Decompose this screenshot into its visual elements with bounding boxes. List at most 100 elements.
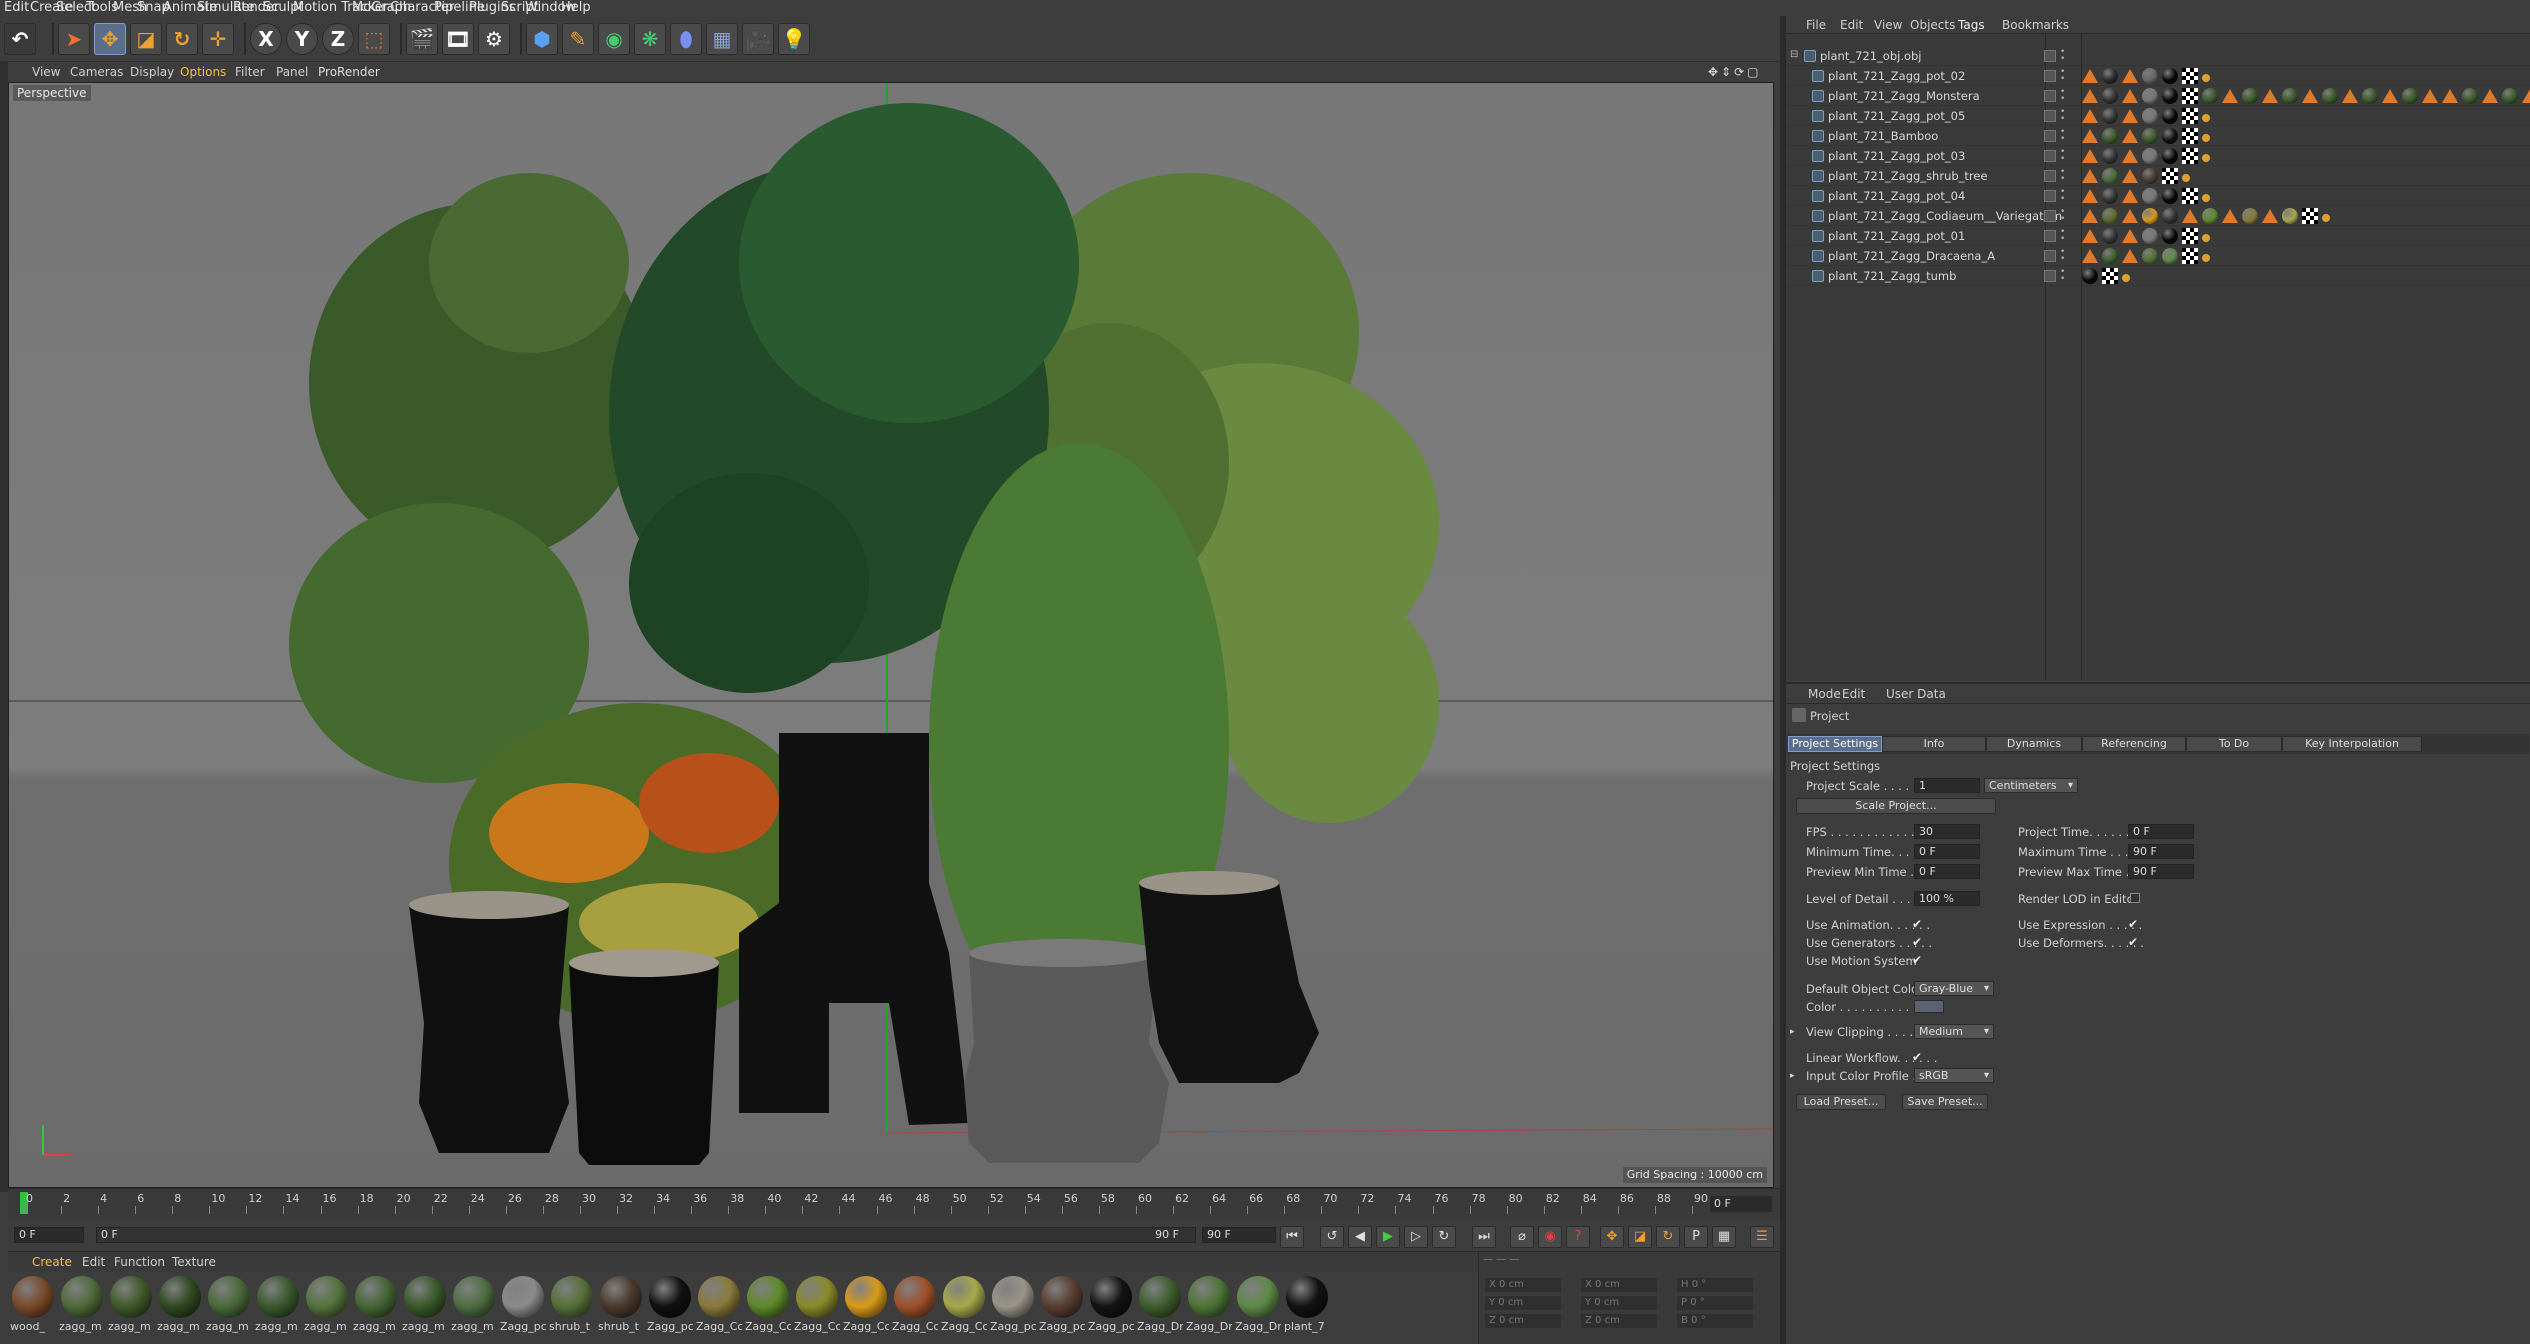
material-tag-icon[interactable] [2102, 128, 2118, 144]
expand-toggle-icon[interactable]: ⊟ [1790, 49, 1798, 60]
go-to-start-icon[interactable]: ⏮ [1280, 1226, 1304, 1248]
prev-key-icon[interactable]: ↺ [1320, 1226, 1344, 1248]
material-tag-icon[interactable] [2102, 248, 2118, 264]
material-tag-icon[interactable] [2102, 168, 2118, 184]
tab-project-settings[interactable]: Project Settings [1788, 736, 1882, 752]
input-color-profile-dropdown[interactable]: sRGB [1914, 1068, 1994, 1083]
texture-tag-icon[interactable] [2382, 89, 2398, 103]
material-tag-icon[interactable] [2102, 208, 2118, 224]
object-menu-file[interactable]: File [1806, 16, 1826, 34]
size-z-field[interactable]: Z 0 cm [1581, 1314, 1657, 1328]
texture-tag-icon[interactable] [2082, 169, 2098, 183]
phong-tag-icon[interactable] [2182, 128, 2198, 144]
linear-workflow-checkbox[interactable]: ✔ [1912, 1051, 1924, 1063]
material-swatch[interactable]: zagg_m [59, 1276, 105, 1338]
material-tag-icon[interactable] [2282, 88, 2298, 104]
material-dot-icon[interactable] [2202, 194, 2210, 202]
scale-tool-icon[interactable]: ◪ [130, 23, 162, 55]
viewport-menu-options[interactable]: Options [180, 62, 226, 82]
texture-tag-icon[interactable] [2082, 89, 2098, 103]
texture-tag-icon[interactable] [2122, 249, 2138, 263]
use-motion-system-checkbox[interactable]: ✔ [1912, 954, 1924, 966]
material-tag-icon[interactable] [2282, 208, 2298, 224]
texture-tag-icon[interactable] [2122, 169, 2138, 183]
fps-field[interactable]: 30 [1914, 824, 1980, 839]
z-axis-lock-button[interactable]: Z [322, 23, 354, 55]
material-menu-create[interactable]: Create [32, 1252, 72, 1272]
material-swatch[interactable]: Zagg_Cc [745, 1276, 791, 1338]
material-tag-icon[interactable] [2142, 128, 2158, 144]
scale-project-button[interactable]: Scale Project... [1796, 798, 1996, 814]
visibility-toggle-icon[interactable] [2044, 90, 2056, 102]
viewport-nav-icons[interactable]: ✥⇕⟳▢ [1708, 62, 1780, 82]
phong-tag-icon[interactable] [2182, 88, 2198, 104]
viewport-menu-display[interactable]: Display [130, 62, 174, 82]
material-swatch[interactable]: zagg_m [206, 1276, 252, 1338]
object-row[interactable]: plant_721_Zagg_Codiaeum__Variegatum • • [1786, 206, 2530, 226]
material-swatch[interactable]: Zagg_Dr [1186, 1276, 1232, 1338]
visibility-toggle-icon[interactable] [2044, 110, 2056, 122]
texture-tag-icon[interactable] [2342, 89, 2358, 103]
editor-render-dots-icon[interactable]: • • [2060, 128, 2065, 144]
visibility-toggle-icon[interactable] [2044, 50, 2056, 62]
texture-tag-icon[interactable] [2122, 129, 2138, 143]
material-swatch[interactable]: Zagg_pc [990, 1276, 1036, 1338]
texture-tag-icon[interactable] [2262, 89, 2278, 103]
prev-frame-icon[interactable]: ◀ [1348, 1226, 1372, 1248]
texture-tag-icon[interactable] [2082, 229, 2098, 243]
material-swatch[interactable]: shrub_t [549, 1276, 595, 1338]
material-tag-icon[interactable] [2322, 88, 2338, 104]
phong-tag-icon[interactable] [2182, 188, 2198, 204]
render-lod-checkbox[interactable] [2130, 893, 2140, 903]
select-arrow-icon[interactable]: ➤ [58, 23, 90, 55]
visibility-toggle-icon[interactable] [2044, 150, 2056, 162]
material-tag-icon[interactable] [2242, 208, 2258, 224]
texture-tag-icon[interactable] [2222, 209, 2238, 223]
editor-render-dots-icon[interactable]: • • [2060, 88, 2065, 104]
texture-tag-icon[interactable] [2122, 109, 2138, 123]
material-swatch[interactable]: zagg_m [353, 1276, 399, 1338]
key-rotation-icon[interactable]: ↻ [1656, 1226, 1680, 1248]
material-tag-icon[interactable] [2162, 148, 2178, 164]
texture-tag-icon[interactable] [2122, 229, 2138, 243]
material-tag-icon[interactable] [2502, 88, 2518, 104]
key-position-icon[interactable]: ✥ [1600, 1226, 1624, 1248]
subdivision-icon[interactable]: ◉ [598, 23, 630, 55]
menu-edit[interactable]: Edit [4, 0, 29, 16]
visibility-toggle-icon[interactable] [2044, 190, 2056, 202]
texture-tag-icon[interactable] [2082, 209, 2098, 223]
project-scale-field[interactable]: 1 [1914, 778, 1980, 793]
material-tag-icon[interactable] [2142, 248, 2158, 264]
key-pla-icon[interactable]: ▦ [1712, 1226, 1736, 1248]
texture-tag-icon[interactable] [2122, 89, 2138, 103]
material-dot-icon[interactable] [2182, 174, 2190, 182]
use-animation-checkbox[interactable]: ✔ [1912, 918, 1924, 930]
rot-h-field[interactable]: H 0 ° [1677, 1278, 1753, 1292]
phong-tag-icon[interactable] [2182, 228, 2198, 244]
pos-y-field[interactable]: Y 0 cm [1485, 1296, 1561, 1310]
menu-help[interactable]: Help [561, 0, 591, 16]
viewport-menu-view[interactable]: View [32, 62, 60, 82]
object-row[interactable]: ⊟ plant_721_obj.obj • • [1786, 46, 2530, 66]
editor-render-dots-icon[interactable]: • • [2060, 108, 2065, 124]
light-icon[interactable]: 💡 [778, 23, 810, 55]
key-scale-icon[interactable]: ◪ [1628, 1226, 1652, 1248]
size-x-field[interactable]: X 0 cm [1581, 1278, 1657, 1292]
timeline-menu-icon[interactable]: ☰ [1750, 1226, 1774, 1248]
visibility-toggle-icon[interactable] [2044, 130, 2056, 142]
size-y-field[interactable]: Y 0 cm [1581, 1296, 1657, 1310]
object-menu-view[interactable]: View [1874, 16, 1902, 34]
attr-menu-user-data[interactable]: User Data [1886, 684, 1946, 704]
object-row[interactable]: plant_721_Zagg_pot_01 • • [1786, 226, 2530, 246]
autokey-icon[interactable]: ◉ [1538, 1226, 1562, 1248]
pos-x-field[interactable]: X 0 cm [1485, 1278, 1561, 1292]
attr-menu-edit[interactable]: Edit [1842, 684, 1865, 704]
texture-tag-icon[interactable] [2522, 89, 2530, 103]
pen-spline-icon[interactable]: ✎ [562, 23, 594, 55]
visibility-toggle-icon[interactable] [2044, 250, 2056, 262]
material-tag-icon[interactable] [2142, 228, 2158, 244]
material-tag-icon[interactable] [2102, 148, 2118, 164]
editor-render-dots-icon[interactable]: • • [2060, 248, 2065, 264]
level-of-detail-field[interactable]: 100 % [1914, 891, 1980, 906]
viewport-menu-cameras[interactable]: Cameras [70, 62, 123, 82]
